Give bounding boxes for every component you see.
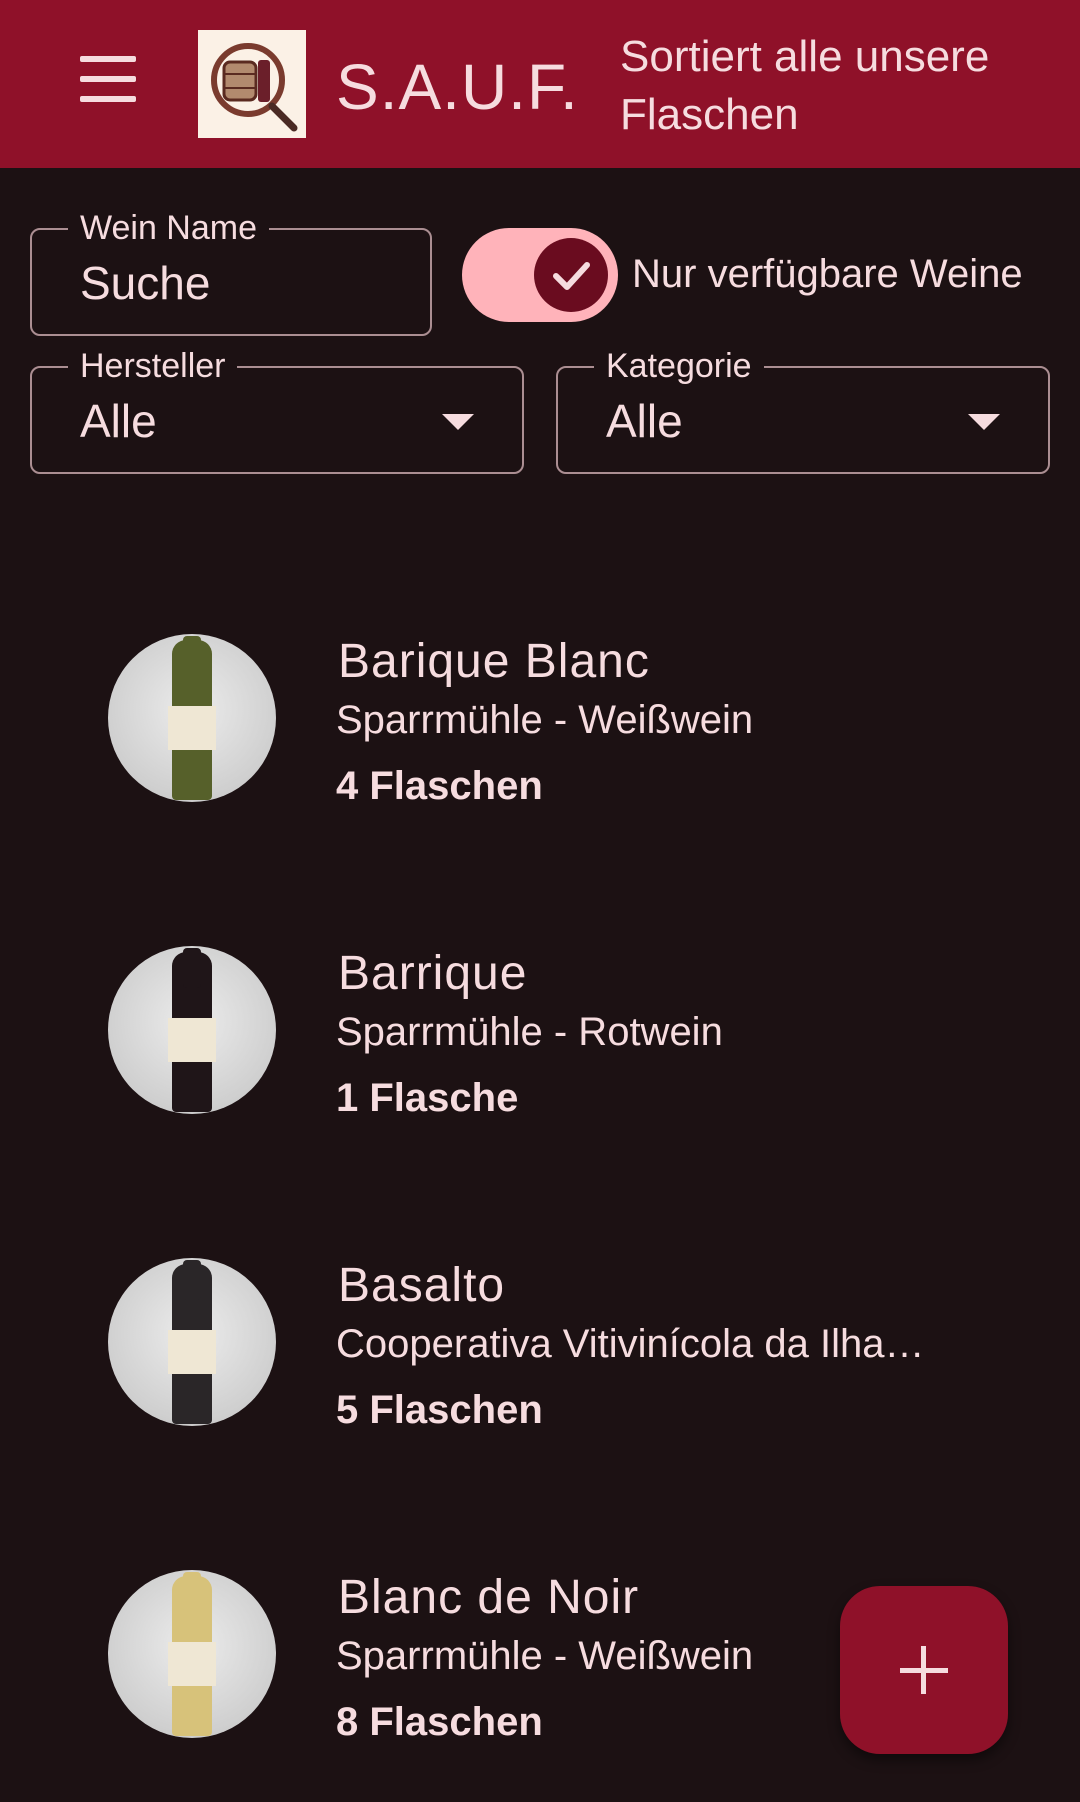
wine-bottle-count: 4 Flaschen [336,764,543,808]
wine-bottle-count: 5 Flaschen [336,1388,543,1432]
app-bar: S.A.U.F. Sortiert alle unsere Flaschen [0,0,1080,168]
wine-producer-category: Sparrmühle - Weißwein [336,1634,754,1678]
wine-name: Barique Blanc [338,635,650,688]
category-label: Kategorie [594,346,764,386]
producer-dropdown[interactable]: Hersteller Alle [30,346,524,474]
toggle-knob [534,238,608,312]
wine-bottle-image [108,1570,276,1738]
wine-bottle-image [108,946,276,1114]
wine-list-item[interactable]: Barique Blanc Sparrmühle - Weißwein 4 Fl… [0,634,1080,864]
barrel-magnifier-logo-icon [211,43,298,132]
wine-bottle-image [108,634,276,802]
producer-value: Alle [80,395,157,447]
wine-name: Barrique [338,947,528,1000]
app-subtitle: Sortiert alle unsere Flaschen [620,32,990,139]
wine-producer-category: Sparrmühle - Weißwein [336,698,754,742]
check-icon [553,262,590,290]
menu-icon[interactable] [64,52,152,116]
wine-bottle-image [108,1258,276,1426]
wine-list-item[interactable]: Basalto Cooperativa Vitivinícola da Ilha… [0,1258,1080,1488]
wine-producer-category: Sparrmühle - Rotwein [336,1010,723,1054]
category-dropdown[interactable]: Kategorie Alle [556,346,1050,474]
wine-name: Basalto [338,1259,506,1312]
wine-producer-category: Cooperativa Vitivinícola da Ilha… [336,1322,925,1366]
app-title: S.A.U.F. [336,51,579,123]
wine-bottle-count: 1 Flasche [336,1076,519,1120]
producer-label: Hersteller [68,346,238,386]
wine-bottle-count: 8 Flaschen [336,1700,543,1744]
wine-name-label: Wein Name [68,208,269,248]
add-wine-button[interactable] [840,1586,1008,1754]
category-value: Alle [606,395,683,447]
dropdown-arrow-icon [968,414,1000,430]
wine-list-item[interactable]: Barrique Sparrmühle - Rotwein 1 Flasche [0,946,1080,1176]
available-wines-label: Nur verfügbare Weine [632,252,1023,296]
dropdown-arrow-icon [442,414,474,430]
app-logo [198,30,306,138]
available-wines-toggle[interactable] [462,228,618,322]
wine-name: Blanc de Noir [338,1571,640,1624]
wine-name-input[interactable]: Suche [80,256,210,310]
wine-name-search-field[interactable]: Wein Name Suche [30,208,432,336]
